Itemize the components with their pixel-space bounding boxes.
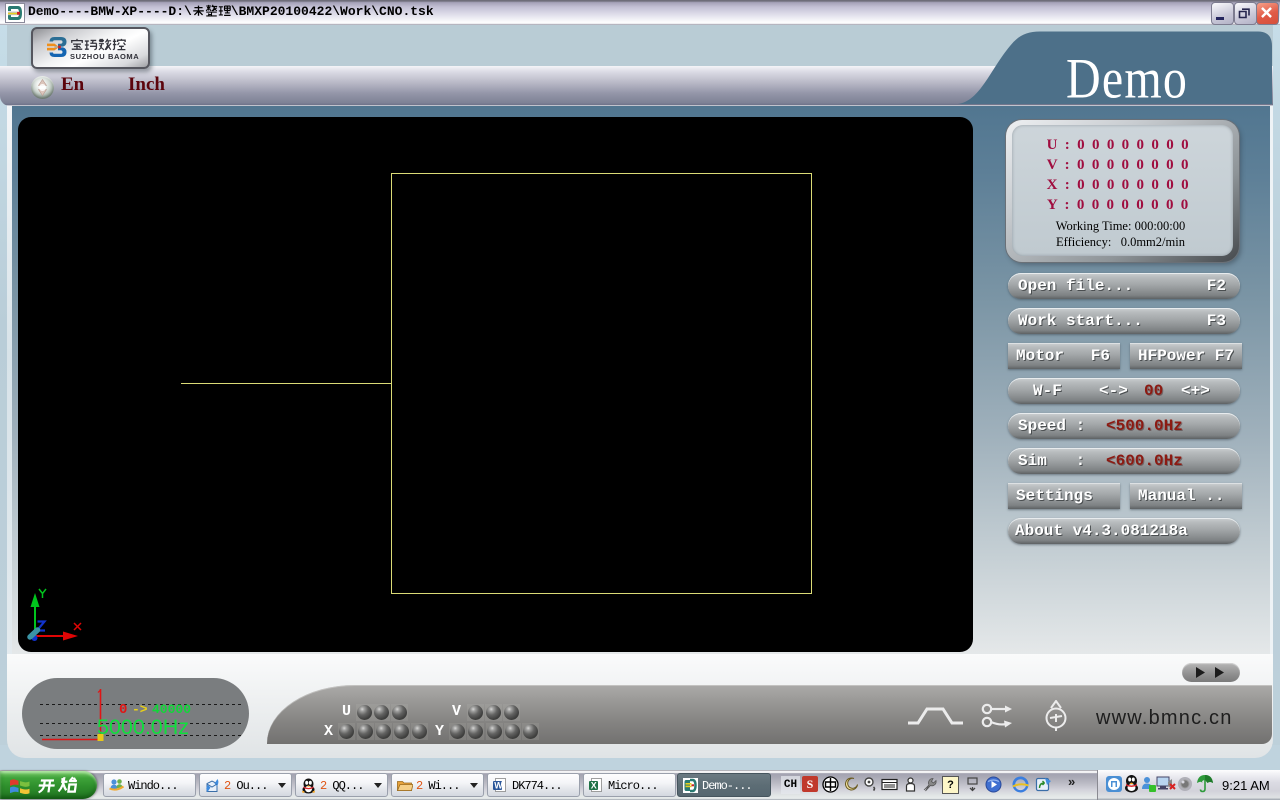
- svg-text:X: X: [591, 781, 597, 791]
- svg-text:W: W: [494, 781, 503, 791]
- svg-text:5000.0Hz: 5000.0Hz: [97, 715, 189, 739]
